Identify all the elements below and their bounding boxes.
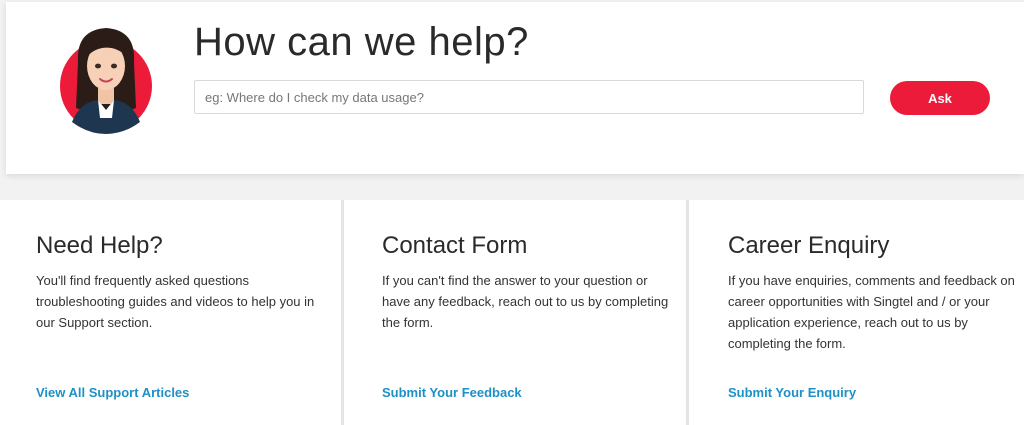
help-hero-panel: How can we help? Ask [6,2,1024,174]
career-enquiry-card: Career Enquiry If you have enquiries, co… [692,200,1024,425]
submit-enquiry-link[interactable]: Submit Your Enquiry [728,385,856,400]
card-description: If you can't find the answer to your que… [382,273,669,330]
card-title: Need Help? [36,232,163,259]
page-title: How can we help? [194,20,529,64]
help-options: Need Help? You'll find frequently asked … [0,200,1024,425]
card-title: Contact Form [382,232,528,259]
card-description: If you have enquiries, comments and feed… [728,273,1015,351]
card-title: Career Enquiry [728,232,890,259]
search-input[interactable] [194,80,864,114]
ask-button[interactable]: Ask [890,81,990,115]
card-description: You'll find frequently asked questions t… [36,273,315,330]
contact-form-card: Contact Form If you can't find the answe… [346,200,687,425]
submit-feedback-link[interactable]: Submit Your Feedback [382,385,522,400]
need-help-card: Need Help? You'll find frequently asked … [0,200,342,425]
view-support-articles-link[interactable]: View All Support Articles [36,385,189,400]
assistant-avatar-icon [58,22,154,134]
